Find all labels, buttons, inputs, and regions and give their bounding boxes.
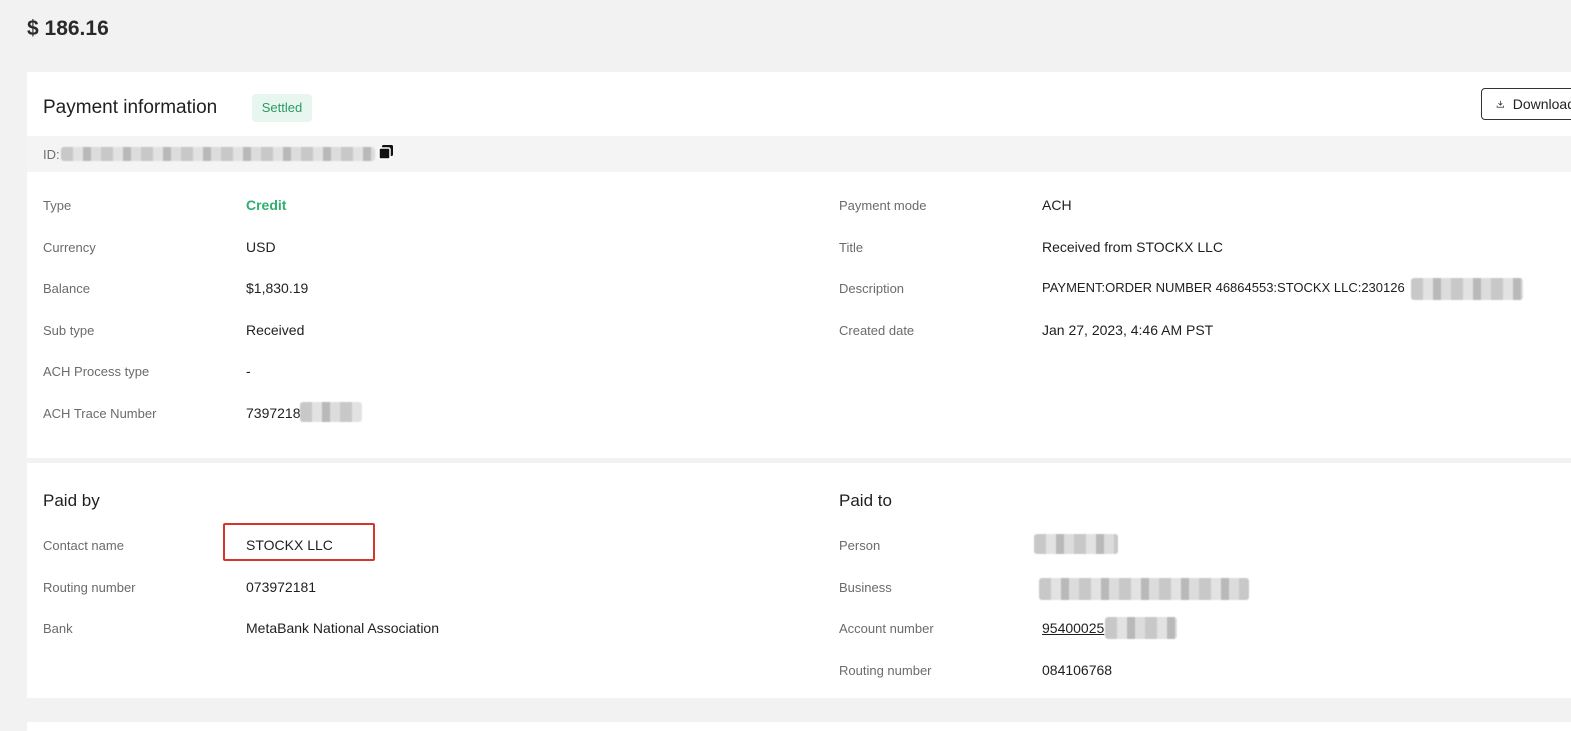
subtype-value: Received [246,322,305,338]
payment-info-title: Payment information [43,97,218,118]
created-date-label: Created date [839,323,915,338]
download-icon [1496,100,1505,108]
account-number-label: Account number [839,621,934,636]
ach-trace-value: 7397218 [246,405,301,421]
id-label: ID: [43,147,60,162]
paid-by-title: Paid by [43,491,100,510]
redacted-trace [300,402,362,422]
payment-mode-label: Payment mode [839,198,927,213]
redacted-description [1411,278,1523,300]
redacted-business [1039,578,1249,600]
ach-trace-label: ACH Trace Number [43,406,157,421]
download-label: Download [1512,96,1571,112]
balance-value: $1,830.19 [246,280,309,296]
redacted-person[interactable] [1034,534,1118,554]
bank-value: MetaBank National Association [246,620,439,636]
type-value: Credit [246,197,287,213]
next-card [27,722,1571,731]
description-value: PAYMENT:ORDER NUMBER 46864553:STOCKX LLC… [1042,280,1405,295]
ach-process-type-value: - [246,363,251,379]
section-divider [27,458,1571,463]
created-date-value: Jan 27, 2023, 4:46 AM PST [1042,322,1214,338]
title-label: Title [839,240,864,255]
ach-process-type-label: ACH Process type [43,364,150,379]
title-value: Received from STOCKX LLC [1042,239,1224,255]
contact-name-highlight [223,523,375,561]
business-label: Business [839,580,892,595]
payment-info-card: Payment information Settled Download ID:… [27,72,1571,698]
paid-by-routing-value: 073972181 [246,579,317,595]
paid-by-routing-label: Routing number [43,580,136,595]
account-number-value[interactable]: 95400025 [1042,620,1104,636]
bank-label: Bank [43,621,73,636]
balance-label: Balance [43,281,90,296]
contact-name-label: Contact name [43,538,124,553]
paid-to-title: Paid to [839,491,892,510]
status-badge: Settled [252,94,312,122]
subtype-label: Sub type [43,323,95,338]
id-bar: ID: [27,136,1571,172]
person-label: Person [839,538,881,553]
copy-icon[interactable] [378,144,394,160]
description-label: Description [839,281,905,296]
payment-amount: $ 186.16 [27,17,109,40]
payment-mode-value: ACH [1042,197,1072,213]
redacted-account [1105,617,1177,639]
currency-value: USD [246,239,276,255]
paid-to-routing-label: Routing number [839,663,932,678]
redacted-id [61,147,375,161]
paid-to-routing-value: 084106768 [1042,662,1113,678]
download-button[interactable]: Download [1481,88,1571,120]
currency-label: Currency [43,240,96,255]
type-label: Type [43,198,72,213]
